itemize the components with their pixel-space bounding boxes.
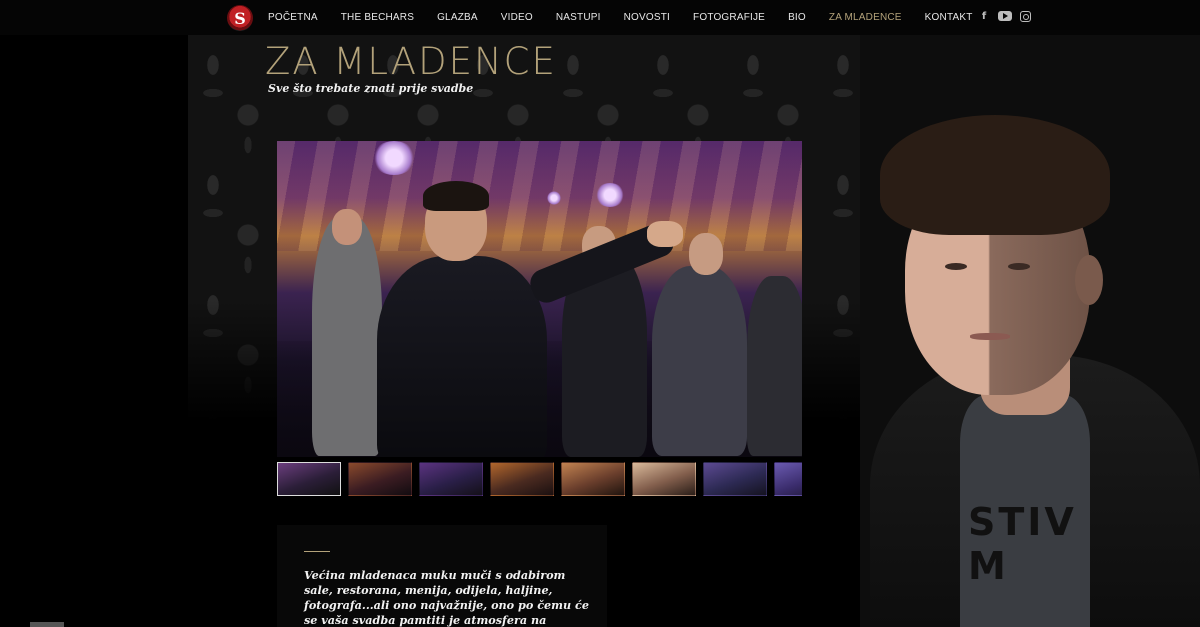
- guest-figure: [312, 216, 382, 456]
- guest-head: [689, 233, 723, 275]
- gallery-thumbnail[interactable]: [774, 462, 802, 496]
- gallery-thumbnail[interactable]: [703, 462, 767, 496]
- youtube-icon[interactable]: [998, 11, 1012, 21]
- gallery-thumbnail[interactable]: [348, 462, 412, 496]
- singer-figure: [377, 256, 547, 457]
- page-subtitle: Sve što trebate znati prije svadbe: [268, 82, 474, 95]
- nav-item-bio[interactable]: BIO: [788, 12, 806, 23]
- guest-figure: [652, 266, 747, 456]
- guest-figure: [747, 276, 802, 456]
- gold-divider: [304, 551, 330, 552]
- nav-item-nastupi[interactable]: NASTUPI: [556, 12, 601, 23]
- nav-item-kontakt[interactable]: KONTAKT: [925, 12, 973, 23]
- gallery-thumbnail[interactable]: [419, 462, 483, 496]
- scroll-indicator[interactable]: [30, 622, 64, 627]
- guest-head: [332, 209, 362, 245]
- ear: [1075, 255, 1103, 305]
- nav-item-video[interactable]: VIDEO: [501, 12, 533, 23]
- gallery-main-image[interactable]: [277, 141, 802, 457]
- nav-item-the-bechars[interactable]: THE BECHARS: [341, 12, 414, 23]
- ceiling-lamp: [547, 191, 561, 205]
- eye: [945, 263, 967, 270]
- artist-portrait: STIV M: [860, 95, 1200, 627]
- main-menu: POČETNA THE BECHARS GLAZBA VIDEO NASTUPI…: [268, 0, 996, 35]
- gallery-thumbnail[interactable]: [561, 462, 625, 496]
- ceiling-lamp: [372, 141, 416, 175]
- nav-item-fotografije[interactable]: FOTOGRAFIJE: [693, 12, 765, 23]
- intro-text: Većina mladenaca muku muči s odabirom sa…: [304, 568, 589, 627]
- gallery-thumbnails: [277, 462, 802, 496]
- singer-hand: [647, 221, 683, 247]
- mouth: [970, 333, 1010, 340]
- gallery-thumbnail[interactable]: [490, 462, 554, 496]
- logo[interactable]: S: [227, 5, 253, 31]
- hair: [880, 115, 1110, 235]
- facebook-icon[interactable]: f: [978, 10, 990, 23]
- nav-item-glazba[interactable]: GLAZBA: [437, 12, 478, 23]
- gallery-thumbnail[interactable]: [277, 462, 341, 496]
- nav-item-novosti[interactable]: NOVOSTI: [624, 12, 670, 23]
- singer-hair: [423, 181, 489, 211]
- nav-item-pocetna[interactable]: POČETNA: [268, 12, 318, 23]
- instagram-icon[interactable]: [1020, 11, 1031, 22]
- gallery-thumbnail[interactable]: [632, 462, 696, 496]
- tshirt-print: STIV M: [968, 500, 1077, 588]
- ceiling-lamp: [595, 183, 625, 207]
- page-title: ZA MLADENCE: [265, 40, 557, 83]
- nav-item-za-mladence[interactable]: ZA MLADENCE: [829, 12, 902, 23]
- eye: [1008, 263, 1030, 270]
- top-navigation: S POČETNA THE BECHARS GLAZBA VIDEO NASTU…: [0, 0, 1200, 35]
- social-links: f: [978, 10, 1031, 23]
